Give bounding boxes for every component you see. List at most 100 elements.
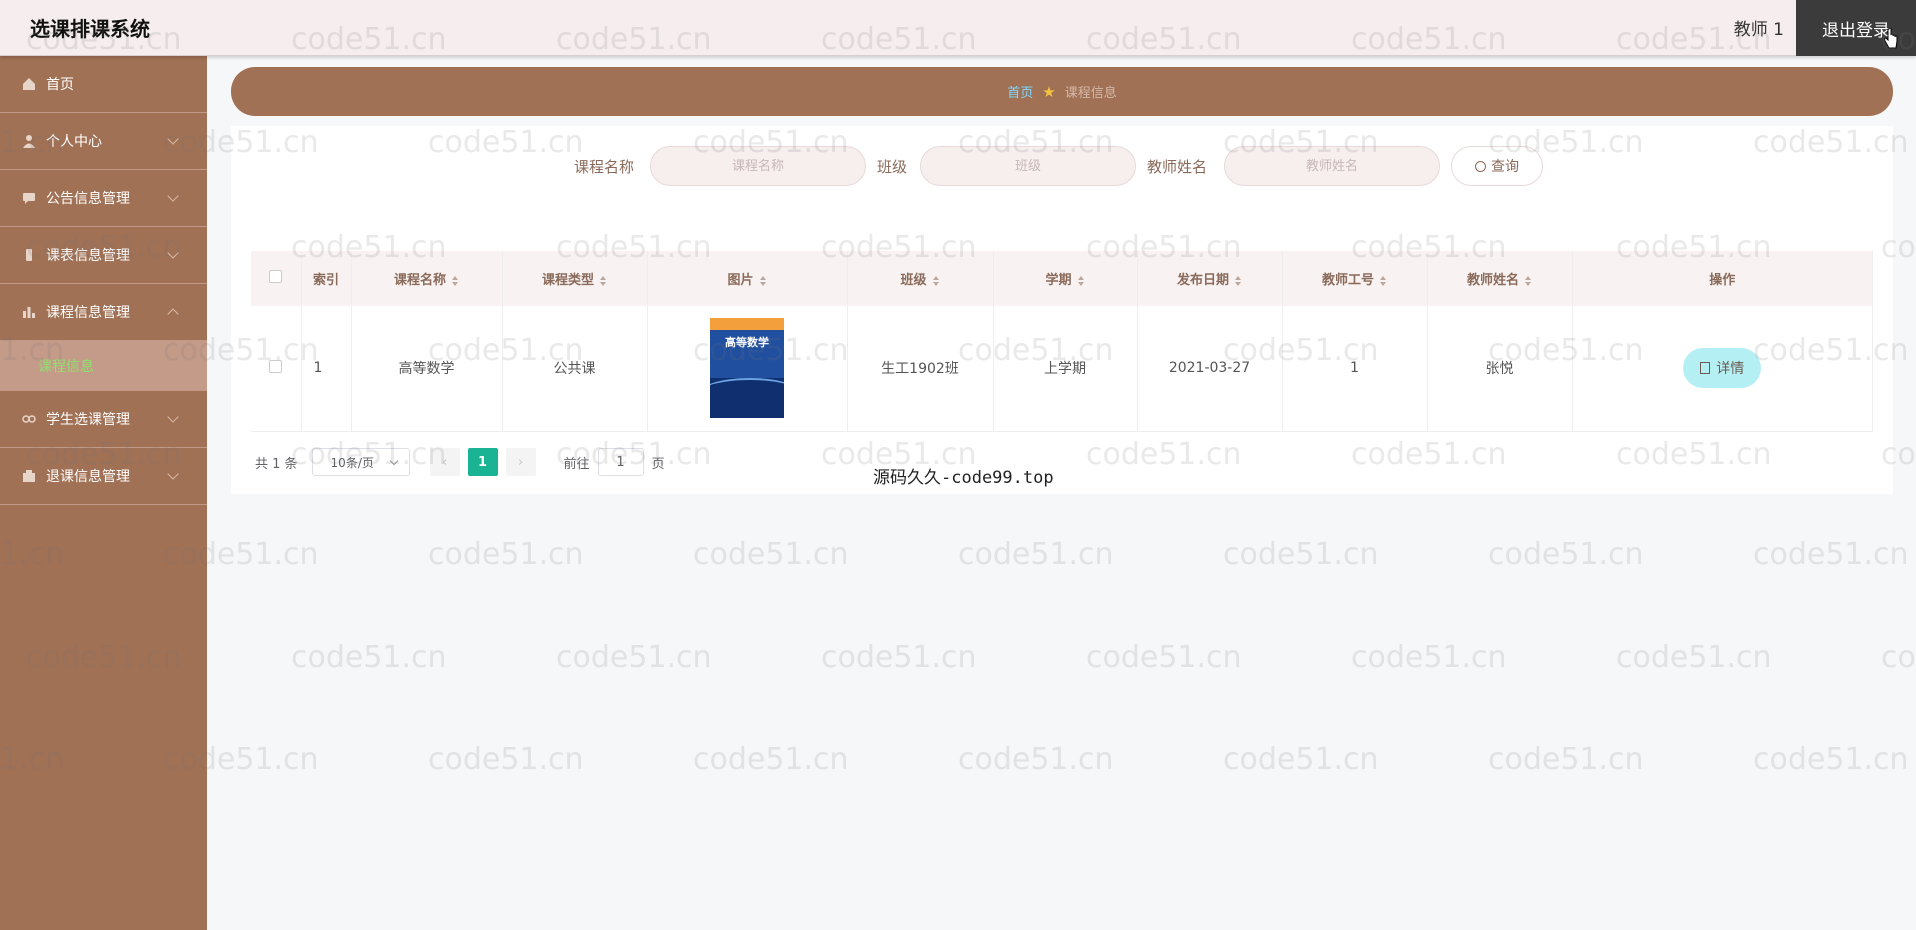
watermark: code51.cn — [958, 537, 1114, 572]
cell-class: 生工1902班 — [847, 306, 994, 432]
column-header-label: 发布日期 — [1176, 273, 1229, 288]
chat-icon — [23, 193, 35, 204]
watermark: code51.cn — [693, 537, 849, 572]
column-header[interactable]: 图片 — [647, 251, 848, 306]
search-icon — [1475, 160, 1486, 172]
column-header[interactable]: 发布日期 — [1137, 251, 1283, 306]
sidebar-item-student-selection[interactable]: 学生选课管理 — [0, 391, 207, 448]
course-table: 索引 课程名称 课程类型 图片 班级 学期 发布日期 教师工号 教师姓名 操作 … — [251, 251, 1873, 432]
column-header[interactable]: 学期 — [993, 251, 1138, 306]
column-header-label: 课程类型 — [541, 273, 594, 288]
sort-icon[interactable] — [1235, 275, 1242, 286]
query-button[interactable]: 查询 — [1451, 146, 1543, 186]
course-cover-image: 高等数学 — [710, 318, 784, 419]
link-icon — [22, 415, 36, 423]
column-header[interactable]: 教师姓名 — [1427, 251, 1573, 306]
column-header-label: 操作 — [1709, 273, 1736, 288]
sort-icon[interactable] — [452, 275, 459, 286]
watermark: code51.cn — [1223, 537, 1379, 572]
sidebar-item-label: 课表信息管理 — [46, 248, 130, 264]
column-header-label: 图片 — [727, 273, 754, 288]
watermark: code51.cn — [1616, 640, 1772, 675]
next-page-button[interactable]: › — [505, 448, 536, 476]
chevron-down-icon — [167, 468, 179, 480]
sidebar-item-label: 学生选课管理 — [46, 412, 130, 428]
select-all-cell — [251, 251, 302, 306]
column-header[interactable]: 课程名称 — [351, 251, 503, 306]
page-number-button[interactable]: 1 — [467, 448, 498, 476]
cell-image: 高等数学 — [647, 306, 848, 432]
sidebar-item-timetable[interactable]: 课表信息管理 — [0, 227, 207, 284]
detail-label: 详情 — [1716, 361, 1745, 378]
cell-teacher-id: 1 — [1282, 306, 1428, 432]
chart-icon — [23, 307, 35, 318]
sort-icon[interactable] — [600, 275, 607, 286]
column-header[interactable]: 班级 — [847, 251, 994, 306]
cell-term: 上学期 — [993, 306, 1138, 432]
class-input[interactable] — [920, 146, 1136, 186]
column-header-label: 课程名称 — [393, 273, 446, 288]
teacher-name-input[interactable] — [1224, 146, 1440, 186]
sort-icon[interactable] — [932, 275, 940, 286]
sidebar-item-label: 个人中心 — [46, 134, 102, 150]
sidebar: 首页 个人中心 公告信息管理 课表信息管理 课程信息管理 课程信息 学生选课管理… — [0, 56, 207, 930]
watermark: code51.cn — [1488, 742, 1644, 777]
sort-icon[interactable] — [1525, 275, 1532, 286]
prev-page-button[interactable]: ‹ — [429, 448, 460, 476]
page-size-select[interactable]: 10条/页 — [311, 448, 410, 476]
goto-page-input[interactable] — [597, 448, 644, 476]
watermark: code51.cn — [1753, 742, 1909, 777]
breadcrumb-current: 课程信息 — [1064, 86, 1117, 101]
row-select-cell — [251, 306, 302, 432]
sidebar-subitem-course-info[interactable]: 课程信息 — [0, 341, 207, 391]
cover-wave-decoration — [710, 378, 784, 408]
course-name-label: 课程名称 — [574, 158, 635, 176]
course-name-input[interactable] — [650, 146, 866, 186]
column-header: 操作 — [1572, 251, 1873, 306]
sort-icon[interactable] — [1077, 275, 1085, 286]
hand-cursor-icon — [1884, 28, 1898, 49]
watermark: code51.cn — [291, 640, 447, 675]
chevron-down-icon — [167, 190, 179, 202]
cover-title: 高等数学 — [725, 336, 769, 350]
class-label: 班级 — [877, 158, 908, 176]
breadcrumb-home-link[interactable]: 首页 — [1007, 82, 1033, 101]
app-title: 选课排课系统 — [30, 17, 150, 41]
teacher-name-label: 教师姓名 — [1147, 158, 1208, 176]
chevron-down-icon — [167, 247, 179, 259]
cell-course-type: 公共课 — [502, 306, 648, 432]
content-panel: 课程名称 班级 教师姓名 查询 索引 课程名称 课程类型 图片 班级 学期 发布… — [231, 126, 1893, 494]
column-header-label: 班级 — [900, 273, 927, 288]
table-row: 1 高等数学 公共课 高等数学 生工1902班 上学期 2021-03-27 1… — [251, 306, 1873, 432]
query-label: 查询 — [1491, 159, 1519, 175]
sidebar-item-personal-center[interactable]: 个人中心 — [0, 113, 207, 170]
chevron-down-icon — [389, 456, 398, 466]
cell-course-name: 高等数学 — [351, 306, 503, 432]
sidebar-item-home[interactable]: 首页 — [0, 56, 207, 113]
sidebar-item-drop-course[interactable]: 退课信息管理 — [0, 448, 207, 505]
logout-button[interactable]: 退出登录 — [1796, 0, 1916, 56]
sidebar-item-course-info[interactable]: 课程信息管理 — [0, 284, 207, 341]
sidebar-item-label: 退课信息管理 — [46, 469, 130, 485]
select-all-checkbox[interactable] — [269, 270, 283, 283]
phone-icon — [26, 249, 32, 261]
detail-button[interactable]: 详情 — [1683, 348, 1762, 389]
column-header[interactable]: 教师工号 — [1282, 251, 1428, 306]
pagination-total: 共 1 条 — [255, 456, 298, 472]
pagination: 共 1 条 10条/页 ‹ 1 › 前往 页 — [255, 448, 665, 476]
watermark: code51.cn — [1881, 640, 1916, 675]
chevron-left-icon: ‹ — [441, 454, 448, 470]
goto-label: 前往 — [563, 456, 590, 472]
sidebar-item-label: 公告信息管理 — [46, 191, 130, 207]
watermark: code51.cn — [1223, 742, 1379, 777]
chevron-down-icon — [167, 133, 179, 145]
cell-index: 1 — [301, 306, 352, 432]
column-header[interactable]: 课程类型 — [502, 251, 648, 306]
star-icon: ★ — [1042, 82, 1056, 101]
row-checkbox[interactable] — [269, 359, 283, 373]
sidebar-item-label: 首页 — [46, 77, 74, 93]
watermark: code51.cn — [428, 537, 584, 572]
sidebar-item-announcement[interactable]: 公告信息管理 — [0, 170, 207, 227]
sort-icon[interactable] — [1380, 275, 1387, 286]
sort-icon[interactable] — [759, 275, 767, 286]
